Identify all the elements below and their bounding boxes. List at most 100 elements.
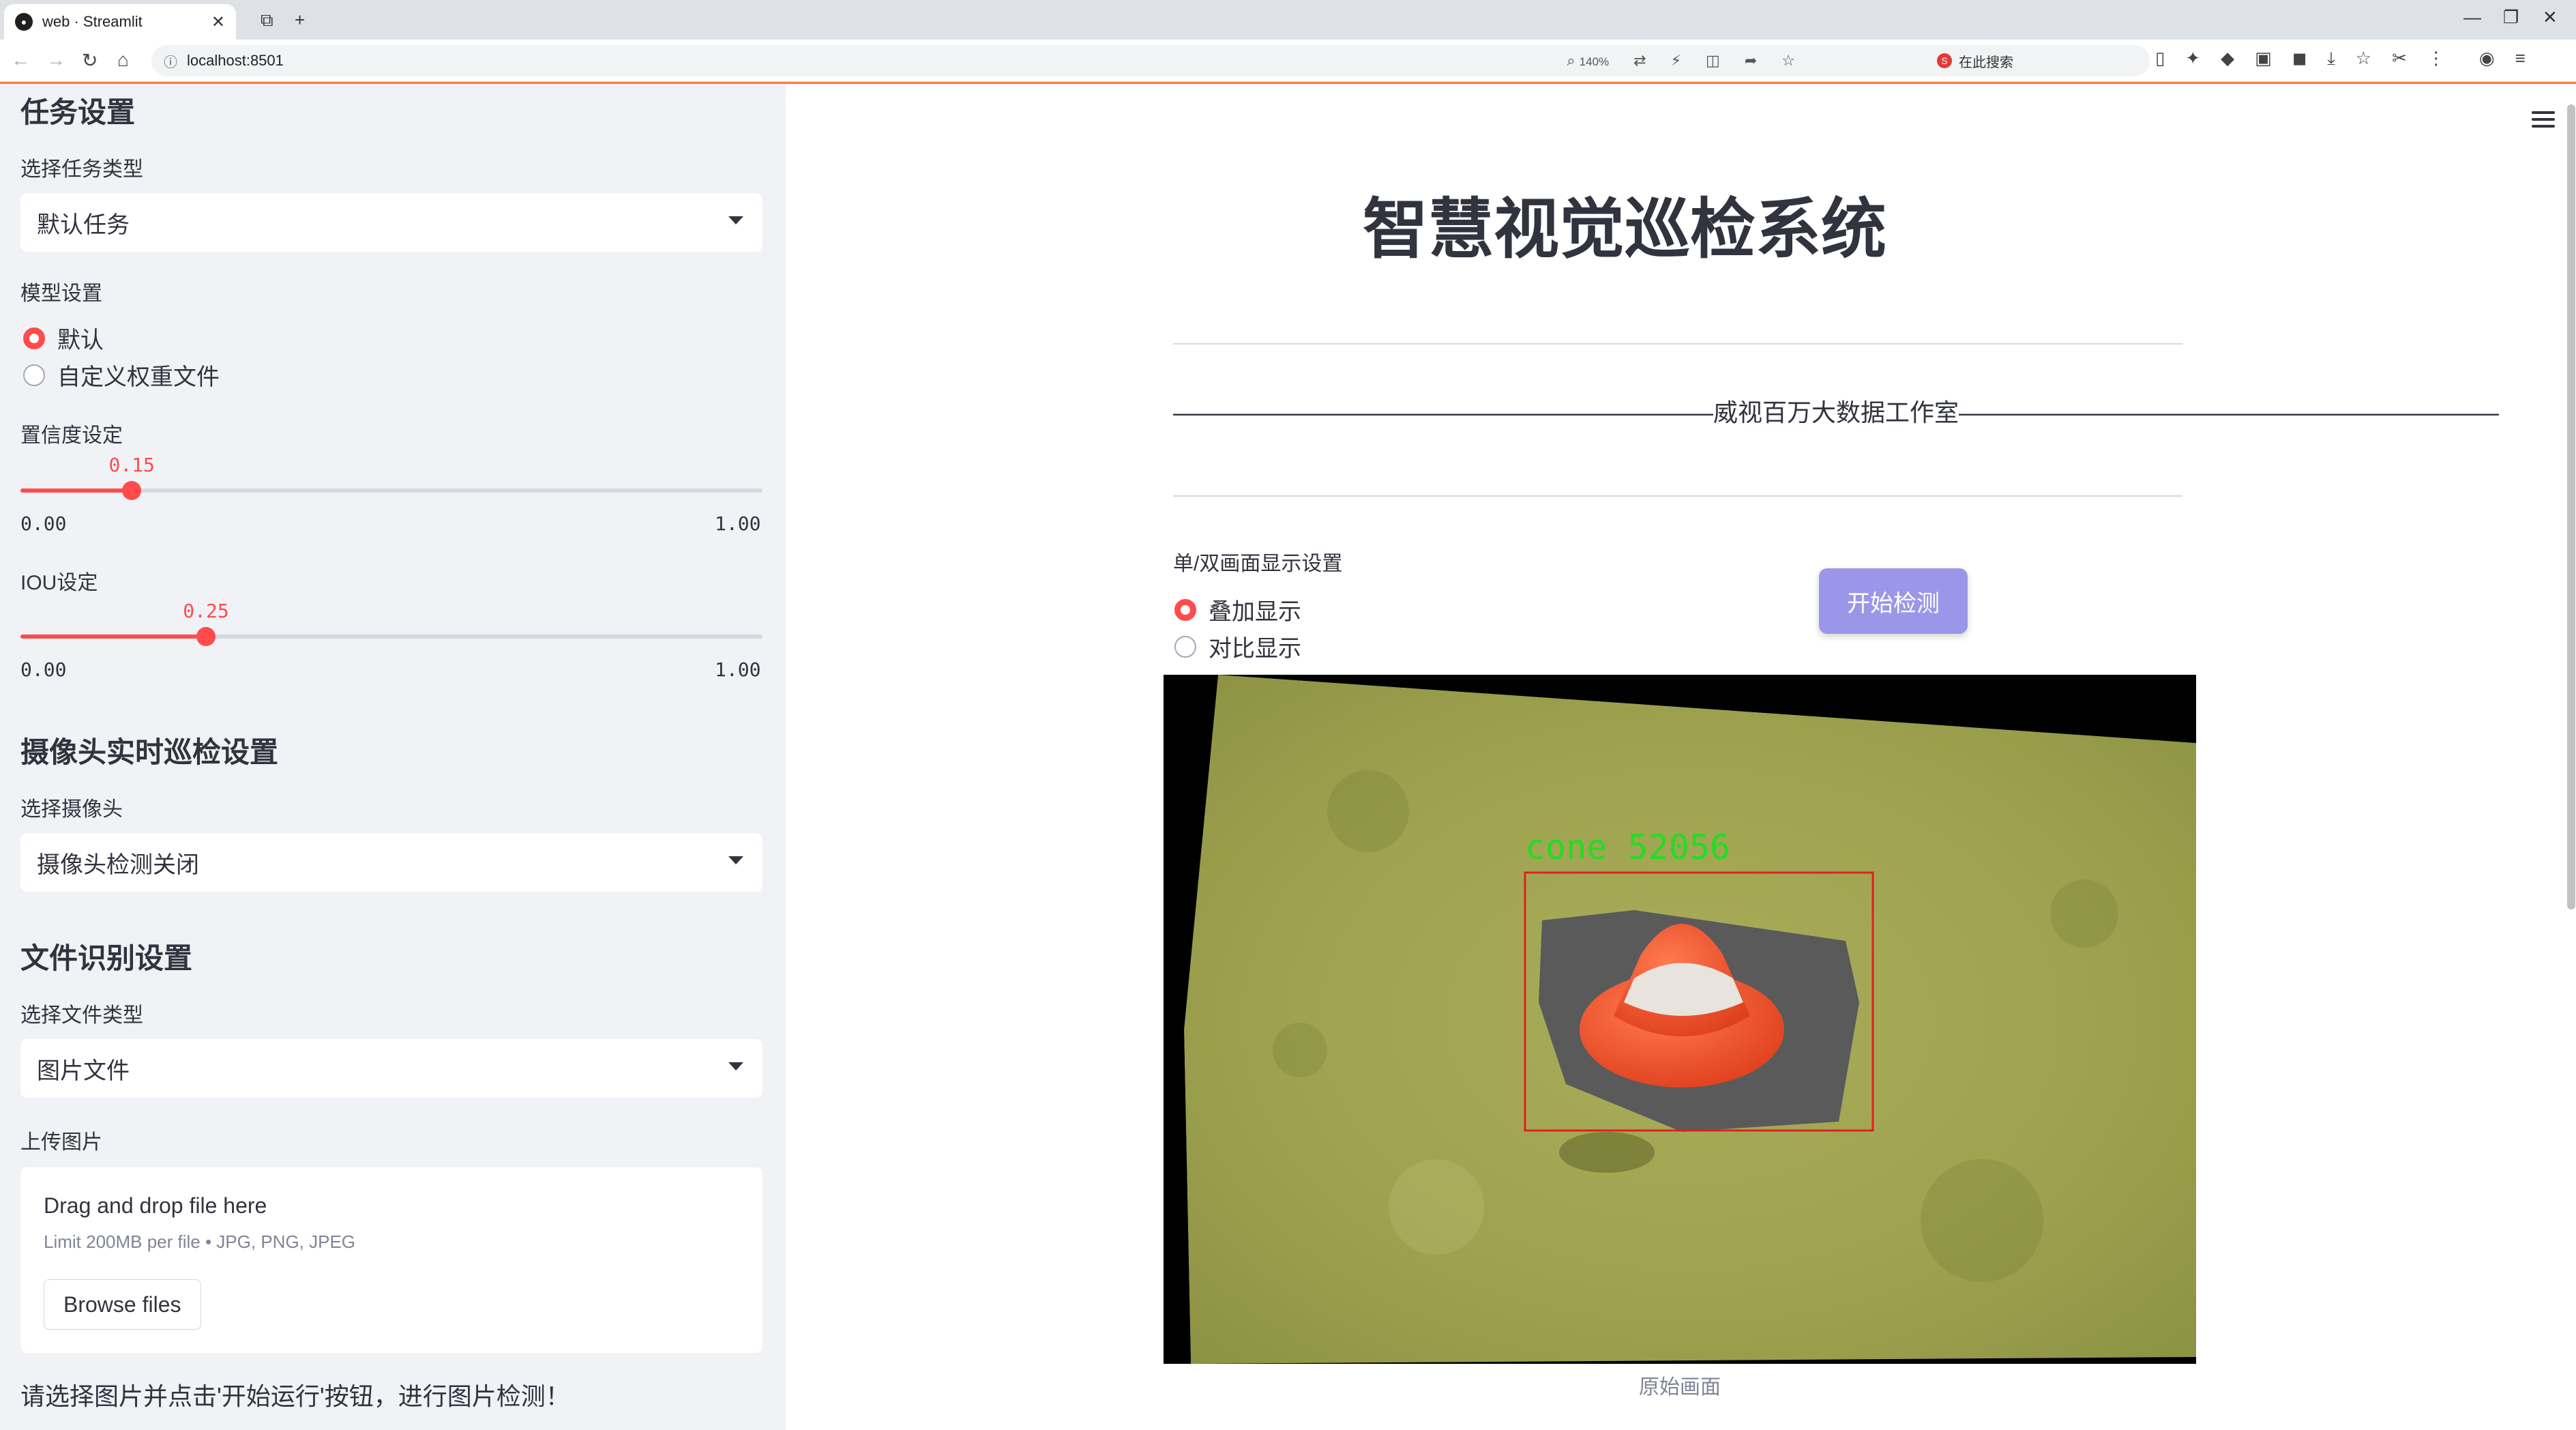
lightning-icon[interactable]: ⚡ xyxy=(1671,52,1681,70)
browser-tab[interactable]: ● web · Streamlit ✕ xyxy=(4,4,236,40)
camera-settings-header: 摄像头实时巡检设置 xyxy=(20,736,279,768)
iou-value: 0.25 xyxy=(183,600,229,622)
extension-icon[interactable]: ▣ xyxy=(2255,48,2272,70)
radio-selected-icon[interactable] xyxy=(1174,598,1196,621)
file-type-label: 选择文件类型 xyxy=(20,1004,143,1027)
restore-icon[interactable]: ❐ xyxy=(2503,7,2519,28)
slider-fill xyxy=(20,488,132,493)
display-mode-label: 单/双画面显示设置 xyxy=(1173,553,1343,575)
confidence-max: 1.00 xyxy=(715,512,761,535)
extension-icon[interactable]: ◼ xyxy=(2292,48,2307,70)
cone-shadow xyxy=(1559,1132,1655,1173)
zoom-icon[interactable]: ⌕ 140% xyxy=(1567,52,1609,70)
display-radio-compare[interactable]: 对比显示 xyxy=(1174,630,1301,663)
camera-label: 选择摄像头 xyxy=(20,798,123,821)
camera-value: 摄像头检测关闭 xyxy=(37,851,199,878)
scissors-icon[interactable]: ✂ xyxy=(2392,48,2407,70)
download-icon[interactable]: ⤓ xyxy=(2327,48,2335,70)
upload-title: Drag and drop file here xyxy=(44,1193,267,1218)
tab-groups-icon[interactable]: ⧉ xyxy=(261,10,273,31)
streamlit-favicon-icon: ● xyxy=(15,13,33,31)
start-detection-button[interactable]: 开始检测 xyxy=(1819,568,1968,634)
slider-thumb[interactable] xyxy=(196,627,216,646)
radio-label: 自定义权重文件 xyxy=(57,364,220,390)
camera-select[interactable]: 摄像头检测关闭 xyxy=(20,833,763,892)
chevron-down-icon xyxy=(728,216,743,224)
back-icon[interactable]: ← xyxy=(11,49,30,71)
screenshot-icon[interactable]: ◫ xyxy=(1706,52,1720,70)
file-type-select[interactable]: 图片文件 xyxy=(20,1039,763,1098)
reload-icon[interactable]: ↻ xyxy=(82,49,98,72)
extension-icon[interactable]: ✦ xyxy=(2185,48,2200,70)
favorites-icon[interactable]: ☆ xyxy=(2356,48,2371,70)
confidence-label: 置信度设定 xyxy=(20,424,123,447)
radio-selected-icon[interactable] xyxy=(23,327,45,349)
url-text: localhost:8501 xyxy=(187,52,284,69)
confidence-value: 0.15 xyxy=(108,454,155,476)
browser-tabbar: ● web · Streamlit ✕ ⧉ + — ❐ ✕ xyxy=(0,0,2576,40)
zoom-level: 140% xyxy=(1579,55,1610,68)
display-radio-overlay[interactable]: 叠加显示 xyxy=(1174,593,1301,626)
site-info-icon[interactable]: ⓘ xyxy=(164,51,177,71)
iou-max: 1.00 xyxy=(715,658,761,681)
divider xyxy=(1173,495,2182,497)
close-tab-icon[interactable]: ✕ xyxy=(211,12,225,32)
new-tab-icon[interactable]: + xyxy=(295,10,305,31)
file-settings-header: 文件识别设置 xyxy=(20,942,193,974)
image-caption: 原始画面 xyxy=(1639,1376,1721,1399)
url-input[interactable]: ⓘ localhost:8501 ⌕ 140% ⇄ ⚡ ◫ ➦ ☆ xyxy=(151,45,2150,76)
iou-min: 0.00 xyxy=(20,658,67,681)
close-window-icon[interactable]: ✕ xyxy=(2543,7,2558,28)
bookmark-star-icon[interactable]: ☆ xyxy=(1781,52,1795,70)
task-type-value: 默认任务 xyxy=(37,211,130,238)
scrollbar[interactable] xyxy=(2567,104,2575,909)
task-settings-header: 任务设置 xyxy=(20,96,136,128)
radio-unselected-icon[interactable] xyxy=(23,364,45,386)
slider-fill xyxy=(20,634,206,639)
upload-label: 上传图片 xyxy=(20,1131,102,1154)
detection-result-image: cone 52056 xyxy=(1164,675,2196,1364)
model-radio-default[interactable]: 默认 xyxy=(23,321,104,355)
more-menu-icon[interactable]: ⋮ xyxy=(2427,48,2445,70)
model-radio-custom[interactable]: 自定义权重文件 xyxy=(23,358,220,392)
phone-icon[interactable]: ▯ xyxy=(2155,48,2165,70)
minimize-icon[interactable]: — xyxy=(2463,7,2481,28)
file-type-value: 图片文件 xyxy=(37,1057,130,1084)
browser-search-box[interactable]: S 在此搜索 xyxy=(1937,45,2142,76)
address-bar-row: ← → ↻ ⌂ ⓘ localhost:8501 ⌕ 140% ⇄ ⚡ ◫ ➦ … xyxy=(0,40,2576,82)
confidence-min: 0.00 xyxy=(20,512,67,535)
extension-icon[interactable]: ◆ xyxy=(2221,48,2234,70)
avatar[interactable]: ◉ xyxy=(2479,48,2495,70)
forward-icon[interactable]: → xyxy=(46,49,65,71)
chevron-down-icon xyxy=(728,1062,743,1070)
radio-unselected-icon[interactable] xyxy=(1174,635,1196,658)
detection-label: cone 52056 xyxy=(1525,828,1730,867)
file-uploader-dropzone[interactable]: Drag and drop file here Limit 200MB per … xyxy=(20,1167,763,1353)
hamburger-menu-icon[interactable] xyxy=(2532,111,2555,132)
browse-files-button[interactable]: Browse files xyxy=(44,1279,201,1330)
slider-thumb[interactable] xyxy=(122,481,142,500)
main-content: 智慧视觉巡检系统 ——————————————————————威视百万大数据工作… xyxy=(786,84,2576,1430)
task-type-select[interactable]: 默认任务 xyxy=(20,193,763,252)
home-icon[interactable]: ⌂ xyxy=(117,49,129,71)
subtitle: ——————————————————————威视百万大数据工作室————————… xyxy=(1173,398,2500,426)
search-engine-icon: S xyxy=(1937,53,1952,68)
radio-label: 叠加显示 xyxy=(1209,599,1301,625)
sidebar-hint: 请选择图片并点击'开始运行'按钮，进行图片检测！ xyxy=(20,1382,570,1410)
model-settings-label: 模型设置 xyxy=(20,282,102,305)
search-placeholder: 在此搜索 xyxy=(1959,55,2013,70)
detection-image-svg: cone 52056 xyxy=(1164,675,2196,1364)
divider xyxy=(1173,343,2182,345)
chevron-down-icon xyxy=(728,856,743,864)
browser-menu-icon[interactable]: ≡ xyxy=(2515,48,2526,70)
share-icon[interactable]: ➦ xyxy=(1745,52,1757,70)
iou-slider[interactable] xyxy=(20,627,763,646)
upload-limit: Limit 200MB per file • JPG, PNG, JPEG xyxy=(44,1231,356,1252)
translate-icon[interactable]: ⇄ xyxy=(1633,52,1646,70)
radio-label: 对比显示 xyxy=(1209,636,1301,662)
page-title: 智慧视觉巡检系统 xyxy=(1363,193,1886,266)
confidence-slider[interactable] xyxy=(20,481,763,500)
tab-title: web · Streamlit xyxy=(42,13,143,30)
extension-toolbar: ▯ ✦ ◆ ▣ ◼ ⤓ ☆ ✂ ⋮ ◉ ≡ xyxy=(2155,48,2526,70)
task-type-label: 选择任务类型 xyxy=(20,158,143,181)
